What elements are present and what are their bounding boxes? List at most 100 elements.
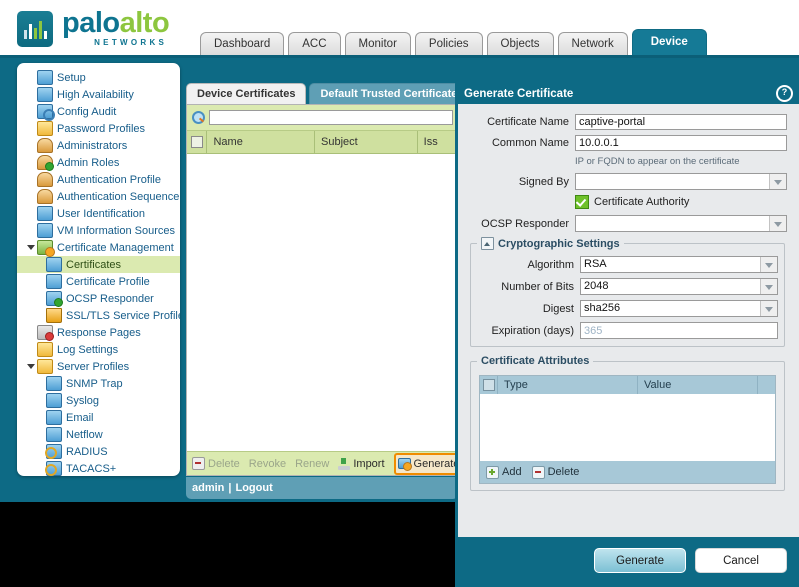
sidebar-item-label: TACACS+ xyxy=(66,462,117,475)
digest-label: Digest xyxy=(542,302,574,315)
signed-by-select[interactable] xyxy=(575,173,787,190)
sidebar-item-email[interactable]: Email xyxy=(17,409,180,426)
nav-tab-objects[interactable]: Objects xyxy=(486,32,554,55)
sidebar-item-high-availability[interactable]: High Availability xyxy=(17,86,180,103)
attributes-select-all-cell[interactable] xyxy=(480,376,498,394)
sidebar-item-label: Authentication Sequence xyxy=(57,190,180,203)
bar-chart-logo-icon xyxy=(17,11,53,47)
algorithm-select[interactable]: RSA xyxy=(580,256,778,273)
sidebar-item-netflow[interactable]: Netflow xyxy=(17,426,180,443)
expiration-days-input[interactable] xyxy=(580,322,778,339)
nav-tab-dashboard[interactable]: Dashboard xyxy=(200,32,285,55)
nav-tab-acc[interactable]: ACC xyxy=(288,32,341,55)
number-of-bits-value: 2048 xyxy=(584,280,609,292)
sidebar-item-label: Config Audit xyxy=(57,105,117,118)
sidebar-item-label: VM Information Sources xyxy=(57,224,175,237)
sidebar-item-certificate-profile[interactable]: Certificate Profile xyxy=(17,273,180,290)
renew-button[interactable]: Renew xyxy=(295,458,329,470)
sidebar-item-tacacs[interactable]: TACACS+ xyxy=(17,460,180,476)
sidebar-item-config-audit[interactable]: Config Audit xyxy=(17,103,180,121)
attributes-header-row: Type Value xyxy=(480,376,775,394)
nav-tab-policies[interactable]: Policies xyxy=(414,32,483,55)
tacacs-icon xyxy=(45,461,62,476)
import-button-label: Import xyxy=(353,457,385,470)
certificate-authority-checkbox[interactable] xyxy=(575,195,589,209)
algorithm-label: Algorithm xyxy=(527,258,574,271)
plus-icon xyxy=(486,465,499,479)
sidebar-tree: Setup High Availability Config Audit Passwo… xyxy=(17,63,180,476)
syslog-icon xyxy=(46,393,62,408)
sidebar-item-server-profiles[interactable]: Server Profiles xyxy=(17,358,180,375)
tab-device-certificates[interactable]: Device Certificates xyxy=(186,83,307,104)
sidebar-item-snmp-trap[interactable]: SNMP Trap xyxy=(17,375,180,392)
sidebar-item-vm-information-sources[interactable]: VM Information Sources xyxy=(17,222,180,239)
attributes-delete-button[interactable]: Delete xyxy=(531,465,579,479)
chevron-down-icon[interactable] xyxy=(769,174,786,189)
status-user: admin xyxy=(192,482,225,494)
digest-select[interactable]: sha256 xyxy=(580,300,778,317)
nav-tab-network[interactable]: Network xyxy=(557,32,628,55)
sidebar-item-ssl-tls-service-profile[interactable]: SSL/TLS Service Profile xyxy=(17,307,180,324)
certificate-profile-icon xyxy=(46,274,62,289)
chevron-down-icon[interactable] xyxy=(27,243,36,252)
common-name-input[interactable] xyxy=(575,135,787,151)
number-of-bits-select[interactable]: 2048 xyxy=(580,278,778,295)
attributes-add-button[interactable]: Add xyxy=(486,465,522,479)
collapse-icon[interactable] xyxy=(481,237,494,250)
sidebar-item-radius[interactable]: RADIUS xyxy=(17,443,180,460)
dialog-footer: Generate Cancel xyxy=(458,537,799,584)
chevron-down-icon[interactable] xyxy=(760,257,777,272)
sidebar-item-admin-roles[interactable]: Admin Roles xyxy=(17,154,180,171)
nav-tab-monitor[interactable]: Monitor xyxy=(344,32,411,55)
sidebar-item-ocsp-responder[interactable]: OCSP Responder xyxy=(17,290,180,307)
chevron-down-icon[interactable] xyxy=(769,216,786,231)
sidebar-item-password-profiles[interactable]: Password Profiles xyxy=(17,120,180,137)
select-all-checkbox[interactable] xyxy=(190,136,203,148)
sidebar-item-syslog[interactable]: Syslog xyxy=(17,392,180,409)
column-header-subject[interactable]: Subject xyxy=(315,131,418,153)
sidebar-item-authentication-profile[interactable]: Authentication Profile xyxy=(17,171,180,188)
select-all-checkbox-cell[interactable] xyxy=(187,131,208,153)
algorithm-value: RSA xyxy=(584,258,607,270)
response-pages-icon xyxy=(37,325,54,341)
certificate-attributes-group: Certificate Attributes Type Value Add De… xyxy=(470,355,785,491)
revoke-button[interactable]: Revoke xyxy=(249,458,286,470)
snmp-trap-icon xyxy=(46,376,62,391)
import-button[interactable]: Import xyxy=(338,457,385,470)
generate-button[interactable]: Generate xyxy=(393,452,457,475)
attributes-column-value[interactable]: Value xyxy=(638,376,758,394)
dialog-cancel-button[interactable]: Cancel xyxy=(695,548,787,573)
help-icon[interactable]: ? xyxy=(776,85,793,102)
attributes-add-label: Add xyxy=(502,466,522,478)
sidebar-item-log-settings[interactable]: Log Settings xyxy=(17,341,180,358)
delete-button[interactable]: Delete xyxy=(192,457,240,470)
column-header-issuer[interactable]: Iss xyxy=(418,131,457,153)
sidebar-item-certificates[interactable]: Certificates xyxy=(17,256,180,273)
table-footer-toolbar: Delete Revoke Renew Import Generate xyxy=(187,451,457,475)
ocsp-responder-select[interactable] xyxy=(575,215,787,232)
chevron-down-icon[interactable] xyxy=(27,362,36,371)
sidebar-item-setup[interactable]: Setup xyxy=(17,69,180,86)
attributes-select-all-checkbox[interactable] xyxy=(482,379,495,391)
sidebar-item-user-identification[interactable]: User Identification xyxy=(17,205,180,222)
column-header-name[interactable]: Name xyxy=(207,131,316,153)
logout-link[interactable]: Logout xyxy=(235,482,272,494)
sidebar-item-authentication-sequence[interactable]: Authentication Sequence xyxy=(17,188,180,205)
sidebar-item-label: RADIUS xyxy=(66,445,108,458)
authentication-sequence-icon xyxy=(37,189,53,204)
chevron-down-icon[interactable] xyxy=(760,279,777,294)
badge xyxy=(43,109,55,121)
sidebar-item-response-pages[interactable]: Response Pages xyxy=(17,324,180,341)
sidebar-item-certificate-management[interactable]: Certificate Management xyxy=(17,239,180,257)
certificate-attributes-legend: Certificate Attributes xyxy=(477,355,593,367)
dialog-generate-button[interactable]: Generate xyxy=(594,548,686,573)
cryptographic-settings-group: Cryptographic Settings Algorithm RSA Num… xyxy=(470,237,785,347)
chevron-down-icon[interactable] xyxy=(760,301,777,316)
search-input[interactable] xyxy=(209,110,453,125)
certificate-name-input[interactable] xyxy=(575,114,787,130)
minus-icon xyxy=(531,465,545,479)
nav-tab-device[interactable]: Device xyxy=(631,29,707,55)
authentication-profile-icon xyxy=(37,172,53,187)
attributes-column-type[interactable]: Type xyxy=(498,376,638,394)
sidebar-item-administrators[interactable]: Administrators xyxy=(17,137,180,154)
